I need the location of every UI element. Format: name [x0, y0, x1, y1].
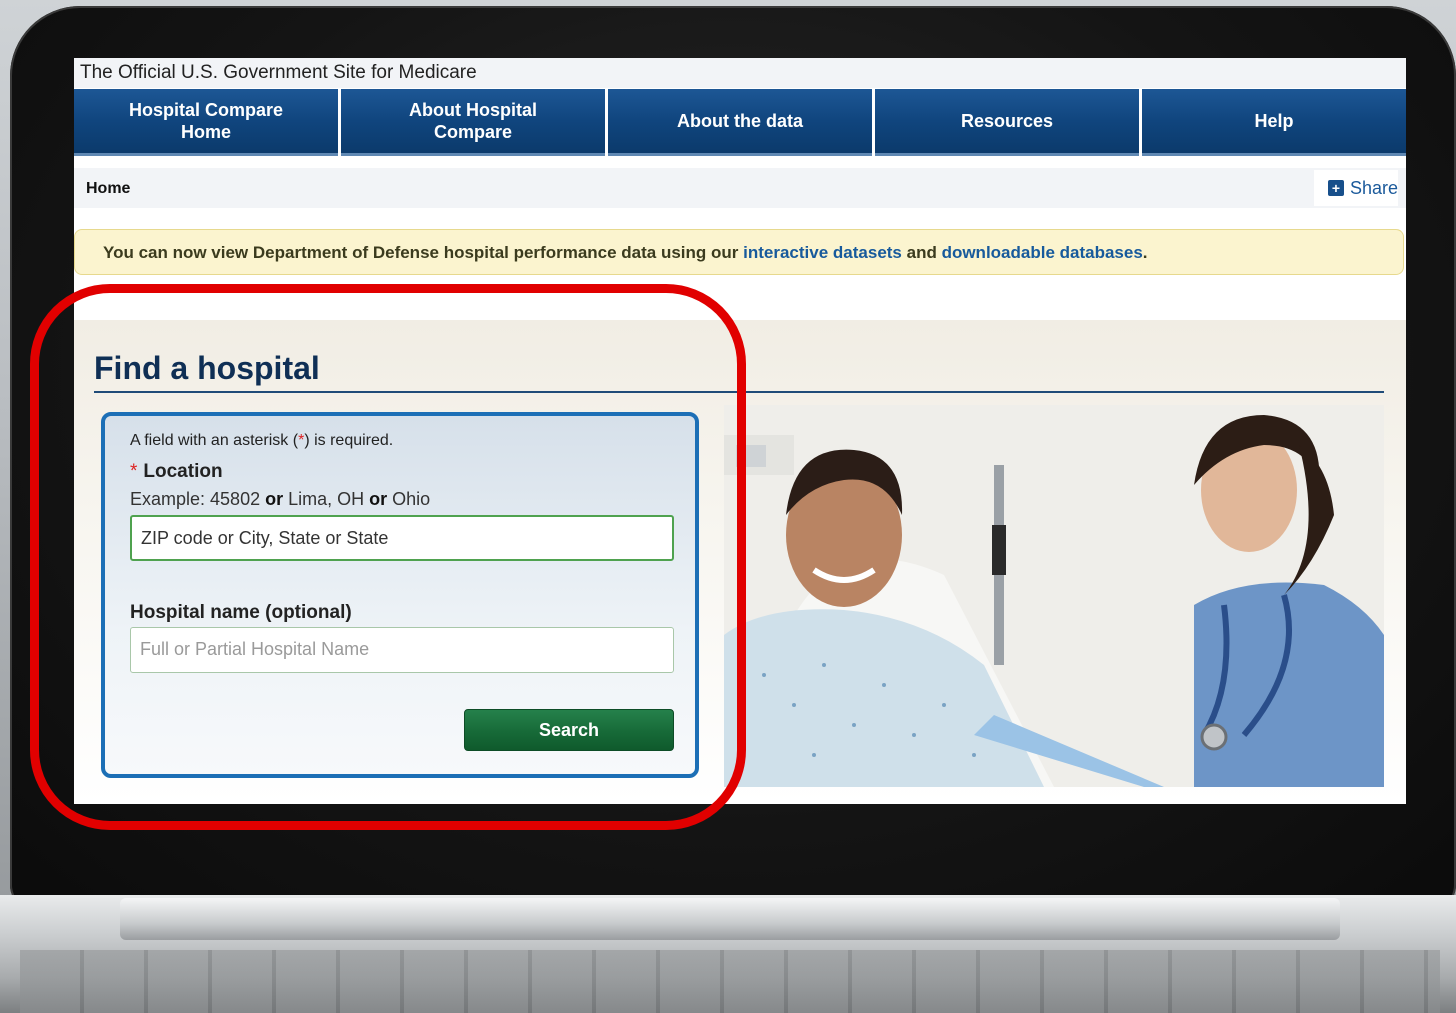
breadcrumb-bar: Home + Share [74, 168, 1406, 208]
page-title: Find a hospital [94, 350, 320, 386]
plus-icon: + [1327, 180, 1344, 196]
title-divider [94, 391, 1384, 393]
hospital-photo [724, 405, 1384, 787]
site-banner: The Official U.S. Government Site for Me… [74, 58, 1406, 88]
required-note-text: A field with an asterisk ( [130, 432, 299, 449]
notice-text: You can now view Department of Defense h… [103, 243, 744, 262]
interactive-datasets-link[interactable]: interactive datasets [743, 243, 902, 262]
search-form: A field with an asterisk ( * ) is required… [101, 412, 699, 778]
nav-hospital-compare-home[interactable]: Hospital Compare Home [74, 89, 338, 156]
notice-banner: You can now view Department of Defense h… [74, 229, 1404, 275]
breadcrumb: Home [86, 180, 131, 197]
hospital-name-label: Hospital name (optional) [130, 602, 352, 623]
required-note-text-end: ) is required. [304, 432, 394, 449]
laptop-keyboard [20, 950, 1440, 1013]
search-button[interactable]: Search [464, 709, 674, 751]
nav-label-line2: Compare [433, 122, 513, 142]
location-label-text: Location [143, 461, 223, 482]
hospital-name-input[interactable]: Full or Partial Hospital Name [130, 627, 674, 673]
required-asterisk: * [130, 461, 138, 482]
nav-label-line2: Home [180, 122, 231, 142]
required-note: A field with an asterisk (*) is required… [130, 432, 393, 450]
example-or: or [369, 489, 388, 509]
share-button[interactable]: + Share [1314, 170, 1398, 206]
example-text-mid: Lima, OH [283, 489, 370, 509]
nav-label-line1: About Hospital [409, 100, 537, 120]
nav-label: About the data [677, 111, 803, 131]
nav-about-hospital-compare[interactable]: About Hospital Compare [341, 89, 605, 156]
downloadable-databases-link[interactable]: downloadable databases [942, 243, 1143, 262]
nav-resources[interactable]: Resources [875, 89, 1139, 156]
share-label: Share [1349, 177, 1398, 198]
nav-help[interactable]: Help [1142, 89, 1406, 156]
nav-about-the-data[interactable]: About the data [608, 89, 872, 156]
nav-label: Resources [960, 111, 1054, 131]
notice-text-end: . [1142, 243, 1148, 262]
patient-nurse-illustration [724, 405, 1384, 787]
find-hospital-section: Find a hospital A field with an asterisk… [74, 320, 1406, 804]
main-nav: Hospital Compare Home About Hospital Compa… [74, 89, 1406, 156]
location-label: * Location [130, 461, 223, 483]
nav-label: Help [1254, 111, 1294, 131]
nav-label-line1: Hospital Compare [128, 100, 284, 120]
example-text-end: Ohio [387, 489, 431, 509]
laptop-hinge [120, 898, 1340, 940]
location-example: Example: 45802 or Lima, OH or Ohio [130, 489, 430, 510]
example-or: or [265, 489, 284, 509]
browser-screen: The Official U.S. Government Site for Me… [74, 58, 1406, 804]
notice-text-mid: and [901, 243, 942, 262]
location-input[interactable]: ZIP code or City, State or State [130, 515, 674, 561]
example-text: Example: 45802 [130, 489, 266, 509]
